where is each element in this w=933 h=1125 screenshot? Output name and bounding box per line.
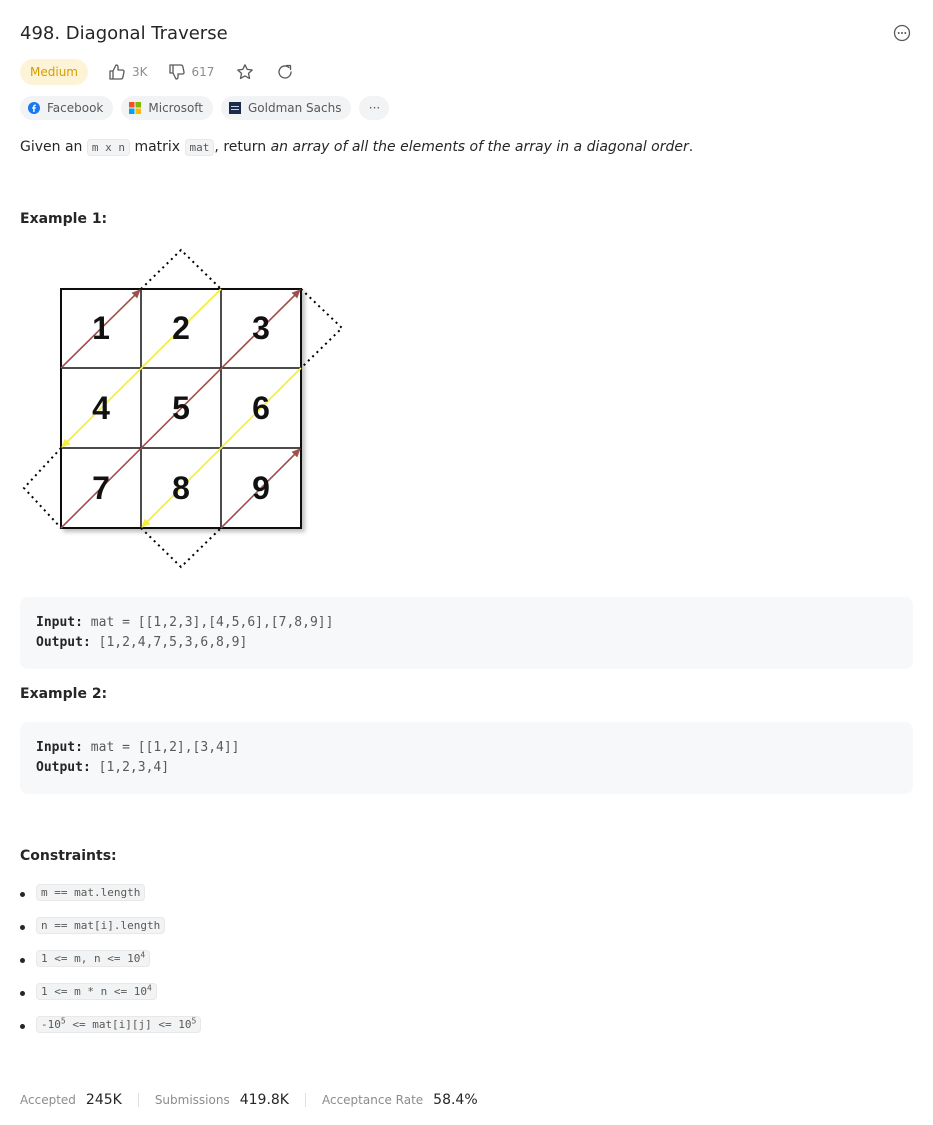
company-tags: Facebook Microsoft Goldman Sachs ··· [20,96,390,120]
constraint-item: m == mat.length [20,884,201,917]
submission-stats: Accepted 245K Submissions 419.8K Accepta… [20,1092,478,1108]
constraint-item: n == mat[i].length [20,917,201,950]
microsoft-icon [129,102,142,114]
title-row: 498. Diagonal Traverse [20,20,913,48]
refresh-icon[interactable] [276,63,294,81]
more-tags-button[interactable]: ··· [359,96,390,120]
output-label: Output: [36,760,91,775]
dislike-button[interactable]: 617 [168,63,215,81]
goldman-sachs-icon [229,102,241,114]
constraint-item: -105 <= mat[i][j] <= 105 [20,1016,202,1049]
constraint-item: 1 <= m * n <= 104 [20,983,201,1016]
example-1-code: Input: mat = [[1,2,3],[4,5,6],[7,8,9]] O… [20,597,913,669]
constraint-text: 1 <= m, n <= 10 [41,952,141,965]
example-1-title: Example 1: [20,211,108,227]
constraints-title: Constraints: [20,848,117,864]
constraint-exponent: 4 [140,950,146,960]
tag-microsoft[interactable]: Microsoft [121,96,213,120]
desc-emphasis: an array of all the elements of the arra… [270,139,689,155]
matrix-cell: 2 [172,310,190,346]
inline-code: mat [184,139,215,156]
like-count: 3K [131,65,148,79]
constraint-code: m == mat.length [36,884,146,901]
matrix-cell: 7 [92,470,110,506]
input-label: Input: [36,615,83,630]
input-label: Input: [36,740,83,755]
problem-statement: Given an m x n matrix mat, return an arr… [20,136,913,159]
constraints-list: m == mat.length n == mat[i].length 1 <= … [20,884,202,1049]
input-value: mat = [[1,2,3],[4,5,6],[7,8,9]] [90,615,334,630]
tag-label: Facebook [47,101,104,115]
input-value: mat = [[1,2],[3,4]] [90,740,240,755]
constraint-text: 1 <= m * n <= 10 [41,985,147,998]
star-icon[interactable] [236,63,254,81]
example-2-title: Example 2: [20,686,108,702]
thumbs-down-icon [168,64,185,80]
more-options-icon[interactable] [893,24,911,42]
matrix-cell: 3 [252,310,270,346]
like-button[interactable]: 3K [108,63,148,81]
tag-facebook[interactable]: Facebook [20,96,114,120]
constraint-exponent: 4 [146,983,152,993]
desc-text: . [688,139,694,155]
submissions-value: 419.8K [239,1092,289,1108]
diagonal-traverse-figure: 1 2 3 4 5 6 7 8 9 [22,248,344,569]
tag-goldman-sachs[interactable]: Goldman Sachs [221,96,352,120]
constraint-code: 1 <= m * n <= 104 [36,983,157,1000]
constraint-code: -105 <= mat[i][j] <= 105 [36,1016,202,1033]
dislike-count: 617 [191,65,215,79]
problem-title: 498. Diagonal Traverse [20,23,228,44]
desc-text: matrix [130,139,185,155]
example-2-code: Input: mat = [[1,2],[3,4]] Output: [1,2,… [20,722,913,794]
constraint-text: -10 [41,1018,61,1031]
tag-label: Microsoft [148,101,203,115]
accepted-value: 245K [85,1092,122,1108]
desc-text: Given an [20,139,87,155]
thumbs-up-icon [109,64,125,80]
divider [137,1093,139,1107]
constraint-exponent: 5 [191,1016,197,1026]
acceptance-rate-value: 58.4% [433,1092,478,1108]
meta-row: Medium 3K 617 [20,59,294,85]
matrix-cell: 9 [252,470,270,506]
submissions-label: Submissions [154,1093,230,1107]
accepted-label: Accepted [20,1093,76,1107]
acceptance-rate-label: Acceptance Rate [321,1093,424,1107]
matrix-cell: 1 [92,310,110,346]
facebook-icon [28,102,40,114]
difficulty-badge: Medium [20,59,88,85]
matrix-cell: 8 [172,470,190,506]
constraint-text: <= mat[i][j] <= 10 [65,1018,192,1031]
output-value: [1,2,4,7,5,3,6,8,9] [98,635,248,650]
constraint-code: 1 <= m, n <= 104 [36,950,151,967]
divider [304,1093,306,1107]
constraint-item: 1 <= m, n <= 104 [20,950,201,983]
matrix-cell: 6 [252,390,270,426]
matrix-cell: 5 [172,390,190,426]
constraint-code: n == mat[i].length [36,917,166,934]
tag-label: Goldman Sachs [248,101,342,115]
inline-code: m x n [86,139,130,156]
matrix-cell: 4 [92,390,110,426]
output-label: Output: [36,635,91,650]
desc-text: , return [214,139,271,155]
output-value: [1,2,3,4] [98,760,170,775]
